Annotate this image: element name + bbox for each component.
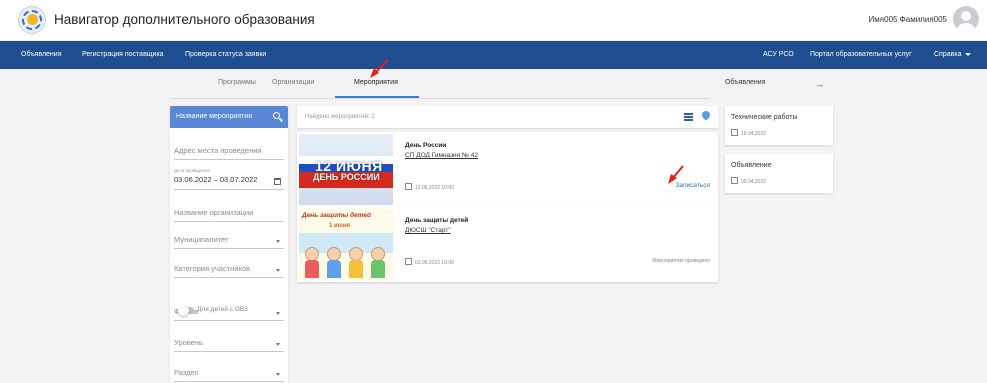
disabled-children-label: Для детей с ОВЗ [197,306,248,313]
calendar-icon[interactable] [274,178,281,185]
tab-events[interactable]: Мероприятия [354,79,398,86]
event-date: 12.06.2022 10:00 [405,183,454,191]
annotation-arrow-icon [370,59,389,78]
chevron-down-icon [276,269,280,272]
user-name[interactable]: Имя005 Фамилия005 [869,15,947,24]
announcement-card[interactable]: Технические работы 18.04.2022 [725,106,833,145]
event-banner-line2: ДЕНЬ РОССИИ [313,172,380,182]
event-date: 03.06.2022 10:00 [405,258,454,266]
participant-category-placeholder: Категория участников [174,264,251,273]
results-count: Найдено мероприятий: 2 [305,114,375,120]
tab-organizations[interactable]: Организации [272,79,314,86]
section-placeholder: Раздел [174,368,199,377]
event-card[interactable]: 12 ИЮНЯ ДЕНЬ РОССИИ День России СП ДОД Г… [297,132,718,207]
announcement-title: Технические работы [731,114,798,121]
event-organization-link[interactable]: ДЮСШ "Старт" [405,227,451,234]
event-title[interactable]: День России [405,142,446,149]
municipality-placeholder: Муниципалитет [174,235,229,244]
tabs-divider [170,98,710,99]
nav-services-portal[interactable]: Портал образовательных услуг [810,51,912,58]
nav-help-label: Справка [934,51,962,58]
nav-help-menu[interactable]: Справка [934,51,972,58]
event-name-search-label: Название мероприятия [176,113,253,120]
event-name-search[interactable]: Название мероприятия [170,106,288,128]
level-placeholder: Уровень [174,338,203,347]
municipality-select[interactable]: Муниципалитет [174,235,284,249]
nav-announcements[interactable]: Объявления [21,51,62,58]
date-range-field[interactable]: Дата проведения 03.06.2022 – 03.07.2022 [174,168,284,190]
announcement-title: Объявление [731,162,772,169]
list-view-icon[interactable] [684,113,693,121]
search-icon[interactable] [273,112,280,119]
event-banner-image: 12 ИЮНЯ ДЕНЬ РОССИИ [299,134,393,205]
annotation-arrow-icon [668,165,684,184]
address-field[interactable]: Адрес места проведения [174,146,284,160]
sun-logo-icon[interactable] [18,6,46,34]
chevron-down-icon [965,52,972,56]
user-avatar-icon[interactable] [953,6,979,32]
event-title[interactable]: День защиты детей [405,217,468,224]
address-placeholder: Адрес места проведения [174,146,262,155]
site-title[interactable]: Навигатор дополнительного образования [54,12,315,27]
announcement-date: 05.04.2022 [731,177,833,185]
nav-asu-rso[interactable]: АСУ РСО [763,51,794,58]
organization-placeholder: Название организации [174,208,254,217]
date-range-value: 03.06.2022 – 03.07.2022 [174,175,258,184]
announcement-date: 18.04.2022 [731,129,833,137]
organization-field[interactable]: Название организации [174,208,284,222]
arrow-right-icon[interactable]: → [815,79,824,89]
event-banner-line2: 1 июня [329,223,350,229]
section-select[interactable]: Раздел [174,368,284,382]
level-select[interactable]: Уровень [174,338,284,352]
nav-application-status[interactable]: Проверка статуса заявки [185,51,266,58]
nav-provider-registration[interactable]: Регистрация поставщика [82,51,164,58]
date-range-label: Дата проведения [174,168,210,173]
main-navigation: Объявления Регистрация поставщика Провер… [0,41,987,69]
event-banner-image: День защиты детей 1 июня [299,209,393,280]
chevron-down-icon [276,343,280,346]
announcements-header[interactable]: Объявления [725,79,766,86]
event-organization-link[interactable]: СП ДОД Гимназия № 42 [405,152,478,159]
announcement-card[interactable]: Объявление 05.04.2022 [725,154,833,193]
event-status: Мероприятие проведено [652,258,710,264]
active-tab-indicator [335,96,419,98]
chevron-down-icon [276,312,280,315]
map-pin-icon[interactable] [700,109,712,121]
participant-category-select[interactable]: Категория участников [174,264,284,278]
event-banner-line1: День защиты детей [302,212,371,219]
event-card[interactable]: День защиты детей 1 июня День защиты дет… [297,207,718,282]
results-bar: Найдено мероприятий: 2 [297,106,718,128]
disabled-children-toggle[interactable] [178,305,194,316]
top-bar: Навигатор дополнительного образования Им… [0,0,987,40]
filter-panel: Название мероприятия Адрес места проведе… [170,106,288,383]
tab-programs[interactable]: Программы [218,79,256,86]
chevron-down-icon [276,240,280,243]
chevron-down-icon [276,373,280,376]
